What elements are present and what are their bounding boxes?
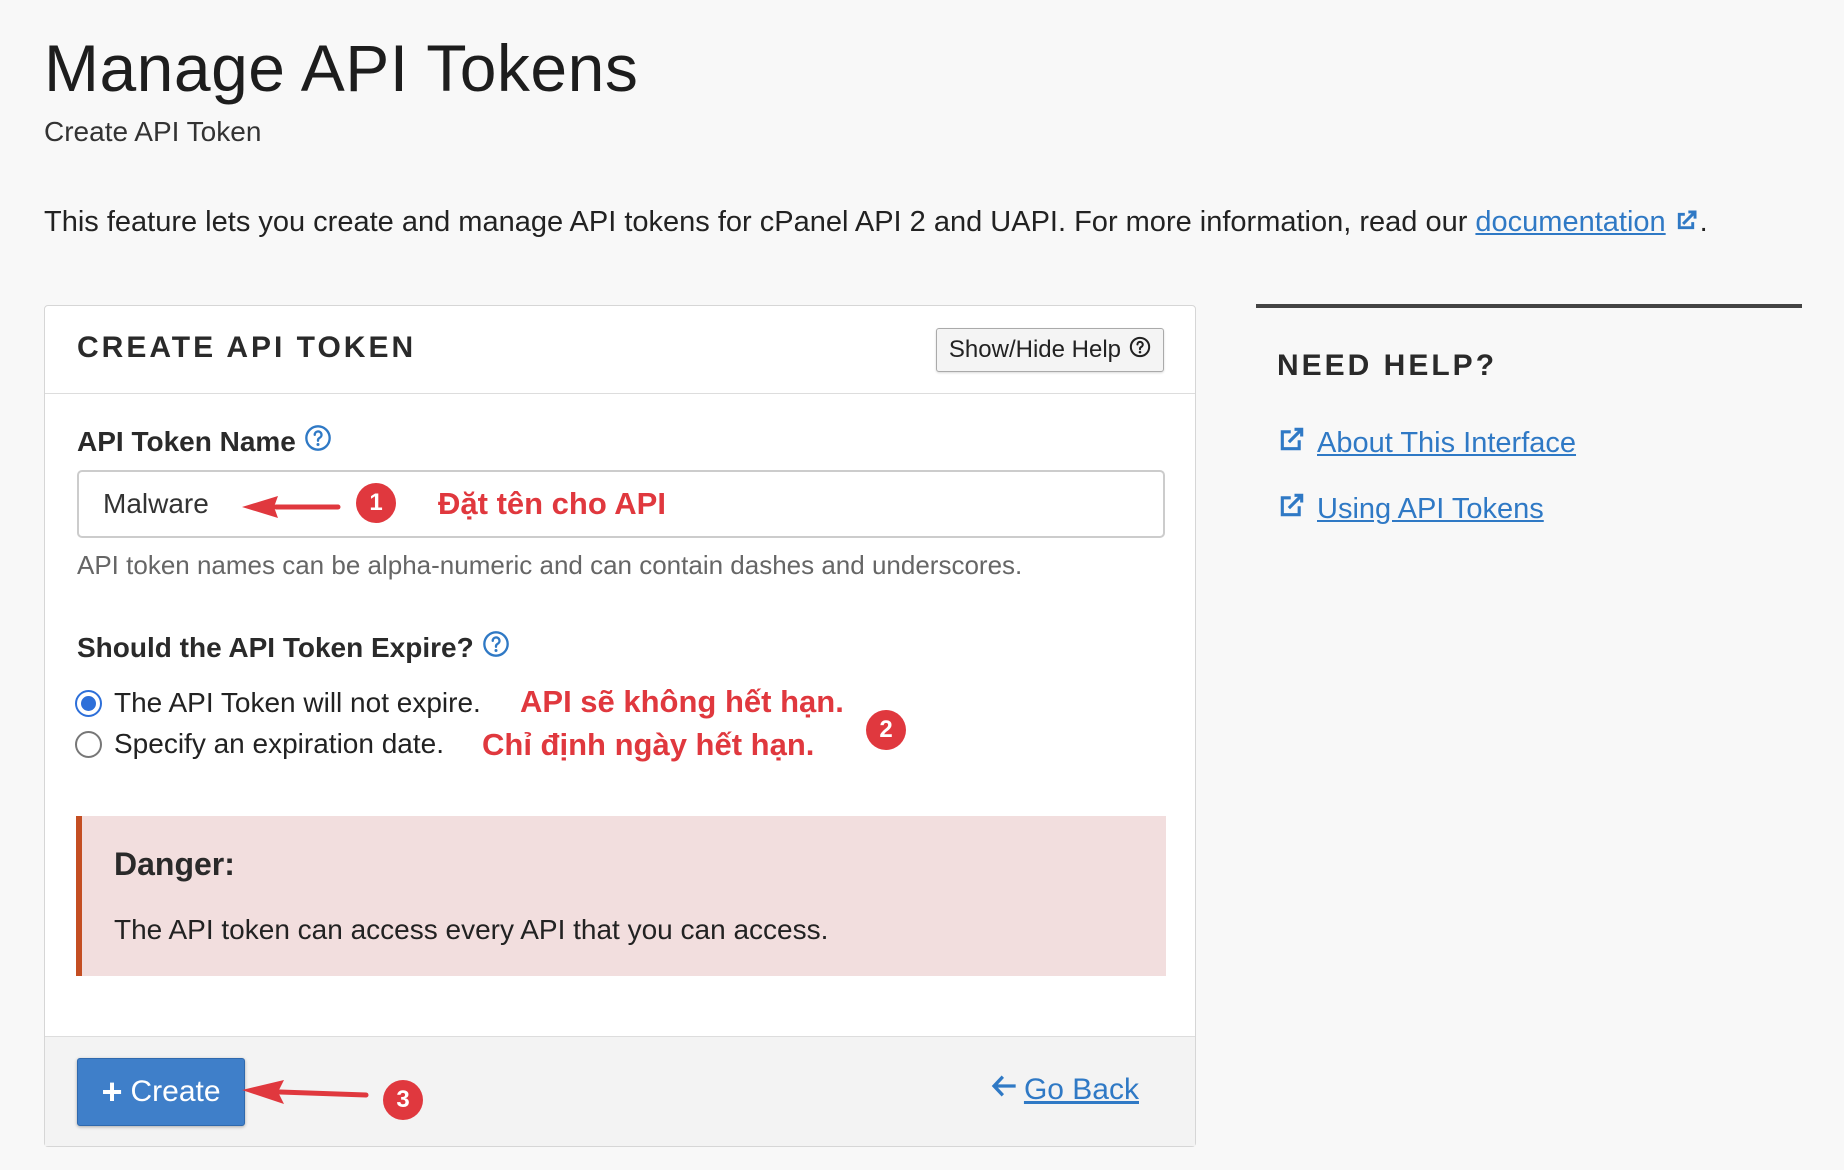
- about-interface-link[interactable]: About This Interface: [1277, 424, 1576, 462]
- expire-label: Should the API Token Expire?: [77, 630, 510, 665]
- arrow-left-icon: [990, 1073, 1018, 1107]
- plus-icon: +: [101, 1071, 123, 1112]
- card-header-title: CREATE API TOKEN: [77, 331, 417, 364]
- expire-label-text: Should the API Token Expire?: [77, 631, 474, 663]
- help-question-icon[interactable]: [304, 424, 332, 459]
- question-circle-icon: [1129, 336, 1151, 365]
- about-interface-label: About This Interface: [1317, 426, 1577, 459]
- need-help-title: NEED HELP?: [1277, 349, 1498, 382]
- token-name-label-text: API Token Name: [77, 425, 296, 457]
- danger-alert: Danger: The API token can access every A…: [76, 816, 1166, 976]
- intro-text-end: .: [1699, 206, 1708, 238]
- using-api-tokens-label: Using API Tokens: [1317, 492, 1544, 525]
- danger-text: The API token can access every API that …: [114, 914, 829, 945]
- go-back-link[interactable]: Go Back: [990, 1073, 1139, 1107]
- external-link-icon: [1277, 490, 1307, 528]
- expiration-date-option[interactable]: Specify an expiration date.: [75, 728, 444, 760]
- step-badge-2: 2: [866, 710, 906, 750]
- external-link-icon: [1672, 207, 1700, 243]
- create-token-card: CREATE API TOKEN Show/Hide Help API Toke…: [44, 305, 1196, 1147]
- expiration-date-label: Specify an expiration date.: [114, 728, 444, 759]
- help-question-icon[interactable]: [482, 630, 510, 665]
- intro-text: This feature lets you create and manage …: [44, 206, 1708, 243]
- token-name-hint: API token names can be alpha-numeric and…: [77, 550, 1023, 580]
- card-header: CREATE API TOKEN Show/Hide Help: [45, 306, 1195, 394]
- no-expire-radio[interactable]: [75, 689, 102, 717]
- create-button[interactable]: + Create: [77, 1058, 245, 1126]
- intro-text-body: This feature lets you create and manage …: [44, 206, 1476, 238]
- step-badge-1: 1: [356, 483, 396, 523]
- using-api-tokens-link[interactable]: Using API Tokens: [1277, 490, 1544, 528]
- show-hide-help-button[interactable]: Show/Hide Help: [935, 328, 1164, 372]
- annotation-expire-note: Chỉ định ngày hết hạn.: [482, 727, 815, 762]
- danger-title: Danger:: [114, 846, 235, 882]
- annotation-name-note: Đặt tên cho API: [438, 486, 666, 521]
- create-button-label: Create: [130, 1075, 221, 1108]
- annotation-arrow-1: [242, 496, 341, 518]
- no-expire-label: The API Token will not expire.: [114, 687, 481, 718]
- help-button-label: Show/Hide Help: [948, 336, 1121, 363]
- step-badge-3: 3: [383, 1080, 423, 1120]
- expiration-date-radio[interactable]: [75, 730, 102, 758]
- page-title: Manage API Tokens: [44, 31, 639, 105]
- annotation-arrow-3: [242, 1080, 369, 1104]
- external-link-icon: [1277, 424, 1307, 462]
- page-subtitle: Create API Token: [44, 116, 262, 147]
- go-back-label: Go Back: [1023, 1073, 1139, 1106]
- sidebar-rule: [1256, 304, 1802, 308]
- documentation-link[interactable]: documentation: [1475, 206, 1665, 238]
- annotation-no-expire-note: API sẽ không hết hạn.: [520, 684, 844, 719]
- no-expire-option[interactable]: The API Token will not expire.: [75, 687, 481, 719]
- card-footer: + Create Go Back: [45, 1036, 1195, 1146]
- token-name-label: API Token Name: [77, 424, 332, 459]
